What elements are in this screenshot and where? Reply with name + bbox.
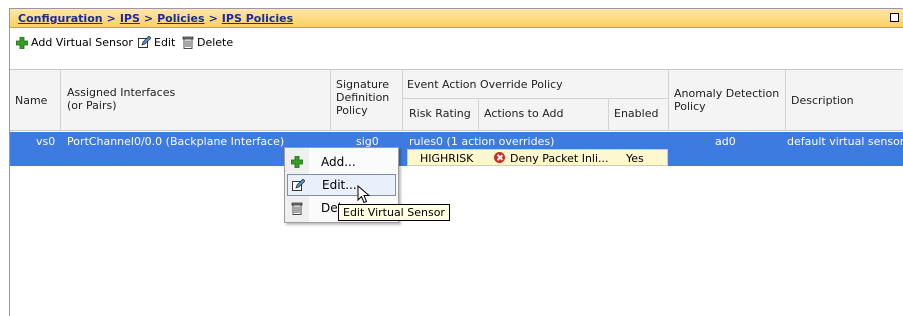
header-actions-to-add[interactable]: Actions to Add: [484, 107, 564, 120]
ips-policies-panel: Configuration > IPS > Policies > IPS Policies …: [9, 8, 903, 316]
cell-event-action-policy: rules0 (1 action overrides): [409, 135, 555, 148]
cell-anomaly-policy: ad0: [715, 135, 736, 148]
header-anomaly-detection-policy[interactable]: Anomaly Detection Policy: [674, 87, 779, 113]
menu-item-add-label: Add...: [321, 155, 356, 169]
header-assigned-interfaces[interactable]: Assigned Interfaces (or Pairs): [67, 86, 175, 112]
menu-item-edit[interactable]: Edit...: [287, 174, 396, 196]
header-assigned-interfaces-line2: (or Pairs): [67, 99, 117, 112]
mouse-pointer-icon: [357, 185, 371, 204]
menu-item-edit-label: Edit...: [322, 178, 357, 192]
column-divider: [60, 70, 61, 131]
breadcrumb-separator: >: [208, 12, 218, 25]
edit-button[interactable]: Edit: [138, 36, 175, 49]
breadcrumb-separator: >: [106, 12, 116, 25]
panel-title-bar: Configuration > IPS > Policies > IPS Policies: [10, 9, 903, 28]
header-risk-rating[interactable]: Risk Rating: [409, 107, 471, 120]
header-sig-line1: Signature: [336, 78, 390, 91]
trash-icon: [287, 198, 307, 218]
edit-icon: [288, 175, 308, 195]
header-sig-line2: Definition: [336, 91, 390, 104]
header-name[interactable]: Name: [15, 94, 47, 107]
maximize-button[interactable]: [890, 13, 899, 22]
header-event-action-override-policy[interactable]: Event Action Override Policy: [407, 78, 563, 91]
add-virtual-sensor-label: Add Virtual Sensor: [31, 36, 133, 49]
header-sig-line3: Policy: [336, 104, 368, 117]
header-anomaly-line1: Anomaly Detection: [674, 87, 780, 100]
column-divider: [330, 70, 331, 131]
deny-icon: [494, 152, 505, 163]
column-divider: [668, 70, 669, 131]
add-virtual-sensor-button[interactable]: Add Virtual Sensor: [16, 36, 133, 49]
cell-description: default virtual sensor: [787, 135, 903, 148]
delete-label: Delete: [197, 36, 234, 49]
breadcrumb-configuration[interactable]: Configuration: [18, 12, 103, 25]
cell-name: vs0: [36, 135, 56, 148]
cell-interfaces: PortChannel0/0.0 (Backplane Interface): [67, 135, 285, 148]
column-divider: [478, 99, 479, 131]
breadcrumb-ips[interactable]: IPS: [120, 12, 140, 25]
plus-icon: [287, 152, 307, 172]
header-anomaly-line2: Policy: [674, 100, 706, 113]
breadcrumb-policies[interactable]: Policies: [157, 12, 204, 25]
breadcrumb-separator: >: [143, 12, 154, 25]
cell-action: Deny Packet Inli...: [510, 152, 609, 165]
breadcrumb: Configuration > IPS > Policies > IPS Policies: [18, 12, 293, 25]
override-subrow[interactable]: HIGHRISK Deny Packet Inli... Yes: [407, 149, 668, 166]
column-divider: [608, 99, 609, 131]
breadcrumb-ips-policies[interactable]: IPS Policies: [222, 12, 293, 25]
header-signature-definition-policy[interactable]: Signature Definition Policy: [336, 78, 389, 117]
menu-item-add[interactable]: Add...: [287, 151, 396, 173]
column-divider: [402, 70, 403, 131]
tooltip: Edit Virtual Sensor: [338, 204, 450, 221]
toolbar: Add Virtual Sensor Edit Delete: [10, 28, 903, 57]
header-enabled[interactable]: Enabled: [614, 107, 658, 120]
edit-label: Edit: [154, 36, 176, 49]
column-divider: [785, 70, 786, 131]
cell-risk-rating: HIGHRISK: [420, 152, 474, 165]
cell-enabled: Yes: [626, 152, 644, 165]
plus-icon: [16, 36, 28, 49]
delete-button[interactable]: Delete: [182, 36, 233, 49]
header-description[interactable]: Description: [791, 94, 854, 107]
edit-icon: [138, 36, 151, 49]
header-group-divider: [402, 98, 668, 99]
table-header: Name Assigned Interfaces (or Pairs) Sign…: [10, 69, 903, 131]
header-assigned-interfaces-line1: Assigned Interfaces: [67, 86, 176, 99]
trash-icon: [182, 36, 194, 49]
